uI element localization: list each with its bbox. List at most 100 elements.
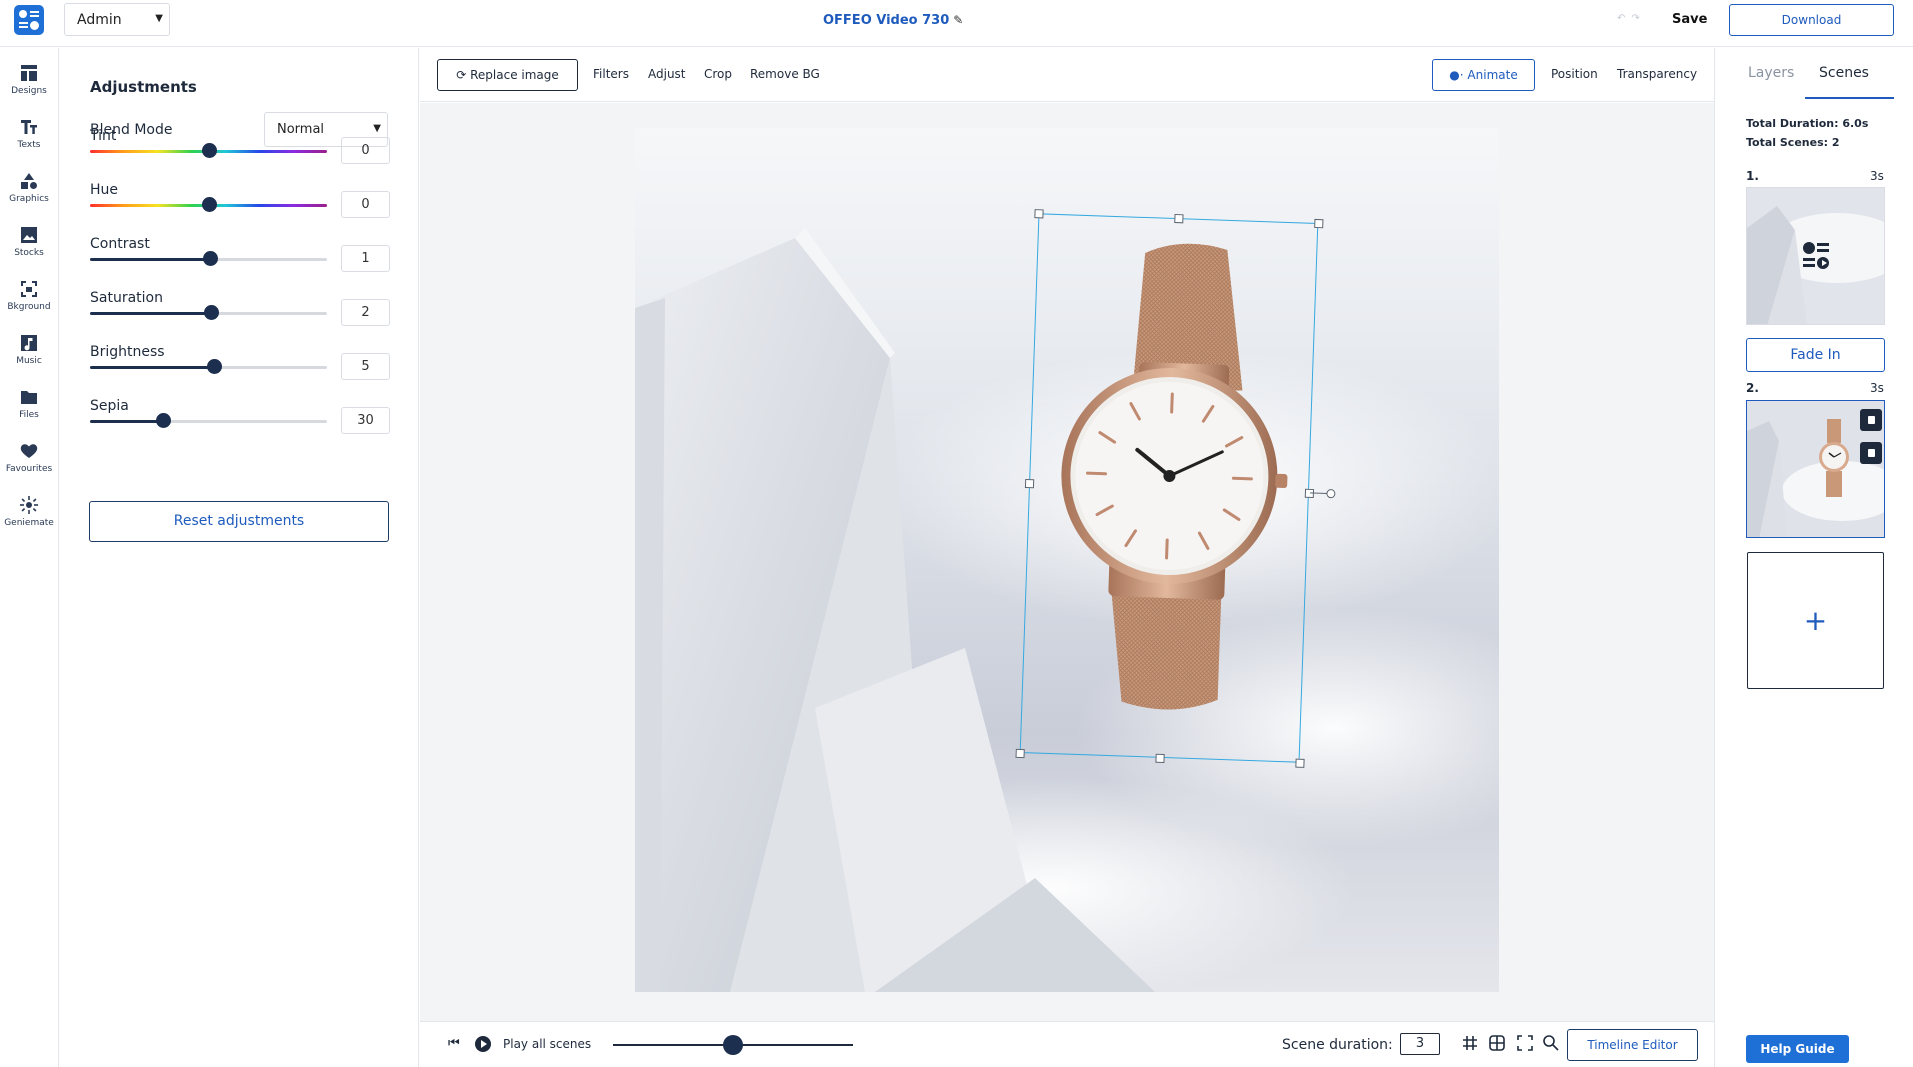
- undo-icon[interactable]: ↶: [1617, 13, 1631, 24]
- replace-image-label: Replace image: [470, 68, 559, 82]
- resize-handle-top[interactable]: [1174, 214, 1184, 224]
- animate-icon: ●·: [1449, 68, 1464, 82]
- add-scene-button[interactable]: +: [1747, 552, 1884, 689]
- slider-value-input[interactable]: 30: [341, 407, 390, 434]
- tab-layers[interactable]: Layers: [1748, 65, 1794, 81]
- position-button[interactable]: Position: [1551, 67, 1598, 81]
- heart-icon: [20, 444, 38, 458]
- rail-label: Designs: [11, 86, 47, 96]
- slider-fill: [90, 366, 215, 369]
- rail-item-music[interactable]: Music: [0, 333, 58, 389]
- undo-redo-group: ↶↷: [1617, 13, 1646, 24]
- slider-label: Hue: [90, 182, 119, 198]
- slider-value-input[interactable]: 2: [341, 299, 390, 326]
- scene-number: 1.: [1746, 169, 1759, 183]
- scene-transition-button[interactable]: Fade In: [1746, 338, 1885, 372]
- slider-thumb[interactable]: [202, 251, 218, 266]
- scene-duration-input[interactable]: 3: [1400, 1033, 1440, 1055]
- document-title[interactable]: OFFEO Video 730 ✎: [823, 13, 963, 28]
- rail-item-background[interactable]: Bkground: [0, 279, 58, 335]
- rail-item-files[interactable]: Files: [0, 387, 58, 443]
- scenes-panel: Layers Scenes Total Duration: 6.0s Total…: [1714, 48, 1913, 1067]
- grid-icon[interactable]: [1461, 1034, 1479, 1052]
- rotate-handle-icon[interactable]: [1309, 487, 1336, 500]
- rail-item-geniemate[interactable]: Geniemate: [0, 495, 58, 551]
- resize-handle-bottom[interactable]: [1155, 753, 1165, 764]
- rail-item-stocks[interactable]: Stocks: [0, 225, 58, 281]
- guides-icon[interactable]: [1488, 1034, 1506, 1052]
- edit-pencil-icon[interactable]: ✎: [953, 13, 963, 27]
- timeline-editor-button[interactable]: Timeline Editor: [1567, 1029, 1698, 1061]
- scene-number: 2.: [1746, 381, 1759, 395]
- slider-label: Brightness: [90, 344, 165, 360]
- resize-handle-top-left[interactable]: [1034, 209, 1044, 219]
- slider-value-input[interactable]: 5: [341, 353, 390, 380]
- slider-thumb[interactable]: [201, 143, 217, 158]
- top-bar: Admin ▼ OFFEO Video 730 ✎ ↶↷ Save Downloa…: [0, 0, 1913, 47]
- rail-label: Texts: [17, 140, 41, 150]
- duplicate-scene-icon[interactable]: [1860, 409, 1882, 431]
- timeline-scrubber-thumb[interactable]: [723, 1035, 743, 1055]
- music-icon: [21, 335, 37, 351]
- rail-item-favourites[interactable]: Favourites: [0, 441, 58, 497]
- slider-value-input[interactable]: 1: [341, 245, 390, 272]
- slider-fill: [90, 312, 211, 315]
- geniemate-icon: [20, 496, 38, 514]
- slider-fill: [90, 420, 164, 423]
- replace-image-button[interactable]: ⟳ Replace image: [437, 59, 578, 91]
- slider-value-input[interactable]: 0: [341, 137, 390, 164]
- rail-item-graphics[interactable]: Graphics: [0, 171, 58, 227]
- zoom-icon[interactable]: [1542, 1034, 1560, 1052]
- panel-title: Adjustments: [90, 78, 197, 96]
- save-button[interactable]: Save: [1672, 12, 1707, 27]
- scene-duration-label: Scene duration:: [1282, 1037, 1393, 1053]
- account-select[interactable]: Admin ▼: [64, 3, 170, 36]
- slider-fill: [90, 258, 210, 261]
- slider-tint: Tint 0: [90, 128, 390, 180]
- slider-thumb[interactable]: [156, 413, 172, 428]
- slider-brightness: Brightness 5: [90, 344, 390, 396]
- document-title-text: OFFEO Video 730: [823, 13, 950, 28]
- animate-button[interactable]: ●· Animate: [1432, 59, 1535, 91]
- slider-track[interactable]: [90, 420, 327, 423]
- rail-label: Favourites: [5, 464, 53, 474]
- play-all-scenes-button[interactable]: Play all scenes: [503, 1037, 591, 1051]
- selection-bounding-box: [1019, 213, 1319, 763]
- resize-handle-bottom-left[interactable]: [1015, 748, 1025, 759]
- delete-scene-icon[interactable]: [1860, 442, 1882, 464]
- help-guide-button[interactable]: Help Guide: [1746, 1035, 1849, 1063]
- slider-thumb[interactable]: [201, 197, 217, 212]
- rail-label: Music: [16, 356, 42, 366]
- chevron-down-icon: ▼: [155, 13, 163, 24]
- tab-scenes[interactable]: Scenes: [1819, 65, 1869, 81]
- slider-label: Tint: [90, 128, 117, 144]
- download-button[interactable]: Download: [1729, 4, 1894, 36]
- resize-handle-top-right[interactable]: [1314, 218, 1324, 229]
- play-icon[interactable]: [475, 1036, 491, 1052]
- slider-value-input[interactable]: 0: [341, 191, 390, 218]
- skip-back-icon[interactable]: ⏮: [448, 1036, 460, 1051]
- rail-label: Geniemate: [4, 518, 54, 528]
- animate-label: Animate: [1467, 68, 1518, 82]
- slider-thumb[interactable]: [207, 359, 223, 374]
- transparency-button[interactable]: Transparency: [1617, 67, 1697, 81]
- resize-handle-bottom-right[interactable]: [1295, 758, 1305, 768]
- fullscreen-icon[interactable]: [1516, 1034, 1534, 1052]
- app-logo-icon[interactable]: [14, 5, 44, 35]
- reset-adjustments-button[interactable]: Reset adjustments: [89, 501, 389, 542]
- scene-thumbnail-1[interactable]: [1746, 187, 1885, 325]
- redo-icon[interactable]: ↷: [1631, 13, 1645, 24]
- slider-thumb[interactable]: [203, 305, 219, 320]
- designs-icon: [21, 65, 37, 81]
- crop-button[interactable]: Crop: [704, 67, 732, 81]
- rail-item-designs[interactable]: Designs: [0, 63, 58, 119]
- background-icon: [21, 281, 37, 297]
- files-icon: [21, 391, 37, 404]
- selected-image-frame[interactable]: [1015, 209, 1336, 768]
- adjust-button[interactable]: Adjust: [648, 67, 686, 81]
- resize-handle-left[interactable]: [1024, 478, 1035, 489]
- rail-item-texts[interactable]: Texts: [0, 117, 58, 173]
- scene-thumbnail-2[interactable]: [1746, 400, 1885, 538]
- filters-button[interactable]: Filters: [593, 67, 629, 81]
- remove-bg-button[interactable]: Remove BG: [750, 67, 820, 81]
